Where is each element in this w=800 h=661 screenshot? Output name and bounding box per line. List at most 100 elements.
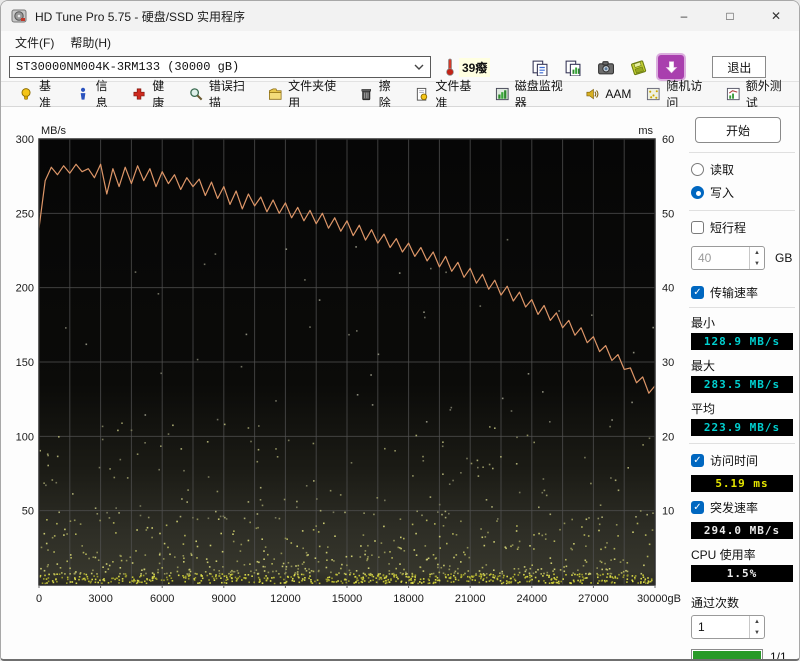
extra-tests-icon: [726, 87, 740, 100]
avg-value: 223.9 MB/s: [691, 419, 793, 436]
benchmark-chart: MB/s ms 300 250 200 150 100 50 60 50 40 30 20 10 0 3000…: [1, 107, 687, 659]
access-time-value: 5.19 ms: [691, 475, 793, 492]
tab-label: 擦除: [378, 79, 391, 110]
read-radio[interactable]: [691, 163, 704, 176]
pass-count-spin-arrows[interactable]: ▲ ▼: [749, 616, 764, 638]
app-icon: [11, 9, 27, 23]
svg-text:50: 50: [662, 208, 674, 220]
menu-help[interactable]: 帮助(H): [62, 32, 119, 53]
max-value: 283.5 MB/s: [691, 376, 793, 393]
burst-rate-checkbox[interactable]: ✓: [691, 501, 704, 514]
info-icon: [80, 87, 85, 100]
avg-label: 平均: [691, 402, 716, 416]
left-axis-unit: MB/s: [41, 125, 67, 137]
titlebar: HD Tune Pro 5.75 - 硬盘/SSD 实用程序 – □ ✕: [1, 1, 799, 31]
tab-label: 信息: [95, 79, 108, 110]
drive-select-value: ST30000NM004K-3RM133 (30000 gB): [16, 60, 240, 74]
svg-text:10: 10: [662, 506, 674, 518]
max-label: 最大: [691, 359, 716, 373]
benchmark-icon: [21, 87, 31, 100]
svg-text:18000: 18000: [393, 593, 424, 605]
temperature-value: 39癈: [459, 57, 491, 77]
cpu-usage-label: CPU 使用率: [691, 548, 756, 562]
progress-bar: [691, 649, 763, 659]
pass-count-stepper[interactable]: 1 ▲ ▼: [691, 615, 765, 639]
svg-text:3000: 3000: [88, 593, 112, 605]
burst-rate-option[interactable]: ✓ 突发速率: [691, 499, 795, 516]
write-option[interactable]: 写入: [691, 184, 795, 201]
menu-file[interactable]: 文件(F): [7, 32, 62, 53]
tab-label: AAM: [605, 87, 632, 101]
divider: [689, 307, 795, 308]
tab-label: 基准: [39, 79, 52, 110]
close-button[interactable]: ✕: [753, 1, 799, 31]
camera-icon: [597, 60, 614, 74]
min-value: 128.9 MB/s: [691, 333, 793, 350]
benchmark-chart-svg: MB/s ms300250200150100506050403020100 3000…: [16, 125, 681, 605]
read-option[interactable]: 读取: [691, 161, 795, 178]
disk-monitor-icon: [495, 87, 509, 100]
transfer-rate-label: 传输速率: [710, 286, 759, 300]
divider: [689, 152, 795, 153]
aam-icon: [586, 88, 599, 99]
svg-text:200: 200: [16, 283, 34, 295]
erase-icon: [361, 88, 371, 100]
svg-text:250: 250: [16, 208, 34, 220]
short-stroke-option[interactable]: 短行程: [691, 219, 795, 236]
divider: [689, 210, 795, 211]
tab-label: 文件夹使用: [288, 79, 337, 110]
min-label: 最小: [691, 316, 716, 330]
window-title: HD Tune Pro 5.75 - 硬盘/SSD 实用程序: [35, 9, 246, 24]
capacity-stepper[interactable]: 40 ▲ ▼: [691, 246, 765, 270]
camera-icon-button[interactable]: [592, 55, 618, 79]
pass-count-value: 1: [698, 620, 705, 634]
svg-text:20: 20: [662, 431, 674, 443]
tab-label: 额外测试: [745, 79, 782, 110]
copy-icon: [532, 60, 548, 76]
chevron-down-icon: [414, 64, 424, 70]
tabbar: 基准 信息 健康 错误扫描 文件夹使用 擦除 文件基准 磁盘监视器 AAM 随机访问 额外测试: [1, 79, 799, 110]
capacity-value: 40: [698, 251, 712, 265]
short-stroke-label: 短行程: [710, 221, 747, 235]
tab-label: 磁盘监视器: [514, 79, 563, 110]
minimize-button[interactable]: –: [661, 1, 707, 31]
write-radio[interactable]: [691, 186, 704, 199]
save-icon: [630, 59, 646, 75]
svg-text:15000: 15000: [332, 593, 363, 605]
svg-text:30000gB: 30000gB: [637, 593, 681, 605]
read-label: 读取: [710, 163, 735, 177]
update-icon: [665, 60, 678, 73]
progress-label: 1/1: [770, 649, 787, 661]
start-button[interactable]: 开始: [695, 117, 781, 143]
health-icon: [133, 88, 145, 100]
write-label: 写入: [710, 186, 735, 200]
access-time-checkbox[interactable]: ✓: [691, 454, 704, 467]
svg-text:40: 40: [662, 283, 674, 295]
transfer-rate-option[interactable]: ✓ 传输速率: [691, 284, 795, 301]
divider: [689, 443, 795, 444]
access-time-option[interactable]: ✓ 访问时间: [691, 452, 795, 469]
progress-row: 1/1: [691, 649, 795, 661]
pass-count-label: 通过次数: [691, 596, 740, 610]
cpu-usage-value: 1.5%: [691, 565, 793, 582]
access-time-label: 访问时间: [710, 454, 759, 468]
error-scan-icon: [190, 87, 203, 100]
svg-text:6000: 6000: [150, 593, 174, 605]
random-access-icon: [647, 87, 660, 100]
capacity-spin-arrows[interactable]: ▲ ▼: [749, 247, 764, 269]
maximize-button[interactable]: □: [707, 1, 753, 31]
transfer-rate-checkbox[interactable]: ✓: [691, 286, 704, 299]
svg-text:30: 30: [662, 357, 674, 369]
svg-text:27000: 27000: [578, 593, 609, 605]
svg-text:0: 0: [36, 593, 42, 605]
short-stroke-checkbox[interactable]: [691, 221, 704, 234]
tab-label: 随机访问: [666, 79, 703, 110]
control-panel: 开始 读取 写入 短行程 40 ▲ ▼ GB ✓ 传输速率 最小 128.9 M…: [687, 107, 799, 661]
tab-aam[interactable]: AAM: [579, 85, 640, 104]
svg-text:100: 100: [16, 431, 34, 443]
svg-text:50: 50: [22, 506, 34, 518]
content: MB/s ms 300 250 200 150 100 50 60 50 40 30 20 10 0 3000…: [1, 107, 799, 661]
temperature-indicator: 39癈: [445, 57, 491, 77]
thermometer-icon: [446, 58, 454, 76]
capacity-unit: GB: [775, 251, 793, 265]
